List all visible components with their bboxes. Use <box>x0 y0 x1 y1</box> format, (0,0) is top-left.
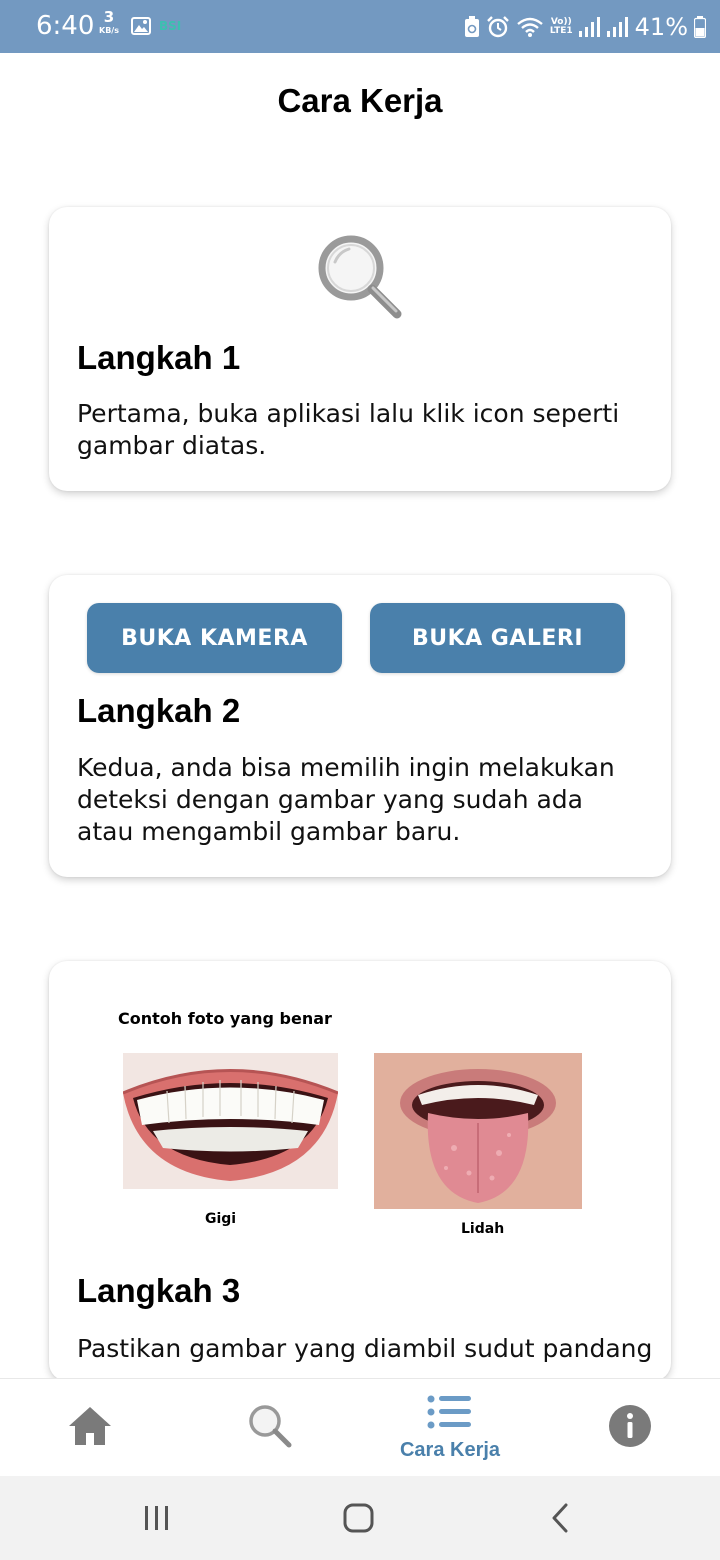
step-2-description: Kedua, anda bisa memilih ingin melakukan… <box>77 753 615 846</box>
battery-icon <box>694 16 706 38</box>
nav-cara-kerja[interactable]: Cara Kerja <box>380 1379 520 1477</box>
tongue-example-photo <box>374 1053 582 1209</box>
step-1-description: Pertama, buka aplikasi lalu klik icon se… <box>77 399 620 460</box>
step-3-description: Pastikan gambar yang diambil sudut panda… <box>77 1334 653 1363</box>
step-1-card: Langkah 1 Pertama, buka aplikasi lalu kl… <box>49 207 671 491</box>
search-icon <box>247 1403 293 1454</box>
volte-indicator: Vo)) LTE1 <box>550 18 573 36</box>
nav-home[interactable] <box>40 1379 140 1477</box>
system-navigation-bar <box>0 1476 720 1560</box>
bottom-navigation: Cara Kerja <box>0 1378 720 1476</box>
alarm-icon <box>486 15 510 39</box>
magnifier-icon <box>315 232 405 327</box>
teeth-caption: Gigi <box>205 1211 237 1227</box>
list-icon <box>427 1394 473 1435</box>
back-icon[interactable] <box>548 1500 572 1541</box>
teeth-example-photo <box>122 1053 339 1189</box>
signal-icon <box>578 17 601 37</box>
network-speed-unit: KB/s <box>99 26 119 35</box>
home-icon <box>67 1405 113 1452</box>
network-speed-value: 3 <box>103 8 115 26</box>
page-title: Cara Kerja <box>277 82 443 119</box>
step-3-title: Langkah 3 <box>77 1272 241 1309</box>
wifi-icon <box>516 16 544 38</box>
nav-search[interactable] <box>220 1379 320 1477</box>
step-2-title: Langkah 2 <box>77 692 241 729</box>
recent-apps-icon[interactable] <box>143 1500 171 1541</box>
status-time: 6:40 <box>36 11 95 41</box>
open-gallery-button[interactable]: BUKA GALERI <box>370 603 625 673</box>
status-indicators: Vo)) LTE1 41% <box>464 12 706 42</box>
network-speed: 3 KB/s <box>96 8 122 36</box>
volte-bottom: LTE1 <box>549 26 573 36</box>
step-2-card: BUKA KAMERA BUKA GALERI Langkah 2 Kedua,… <box>49 575 671 877</box>
tongue-caption: Lidah <box>461 1221 505 1237</box>
status-bar: 6:40 3 KB/s BSI Vo)) LTE1 41% <box>0 0 720 53</box>
signal-icon-2 <box>606 17 629 37</box>
nav-cara-kerja-label: Cara Kerja <box>399 1439 501 1461</box>
gallery-notification-icon <box>131 17 151 40</box>
open-camera-button[interactable]: BUKA KAMERA <box>87 603 342 673</box>
info-icon <box>608 1404 652 1453</box>
battery-percent: 41% <box>634 13 688 41</box>
recycle-battery-icon <box>464 16 480 38</box>
bsi-notification-icon: BSI <box>159 19 182 33</box>
nav-info[interactable] <box>580 1379 680 1477</box>
example-heading: Contoh foto yang benar <box>118 1009 332 1028</box>
step-3-card: Contoh foto yang benar Gigi Lidah Langka… <box>49 961 671 1381</box>
home-button-icon[interactable] <box>342 1500 376 1541</box>
step-1-title: Langkah 1 <box>77 339 241 376</box>
